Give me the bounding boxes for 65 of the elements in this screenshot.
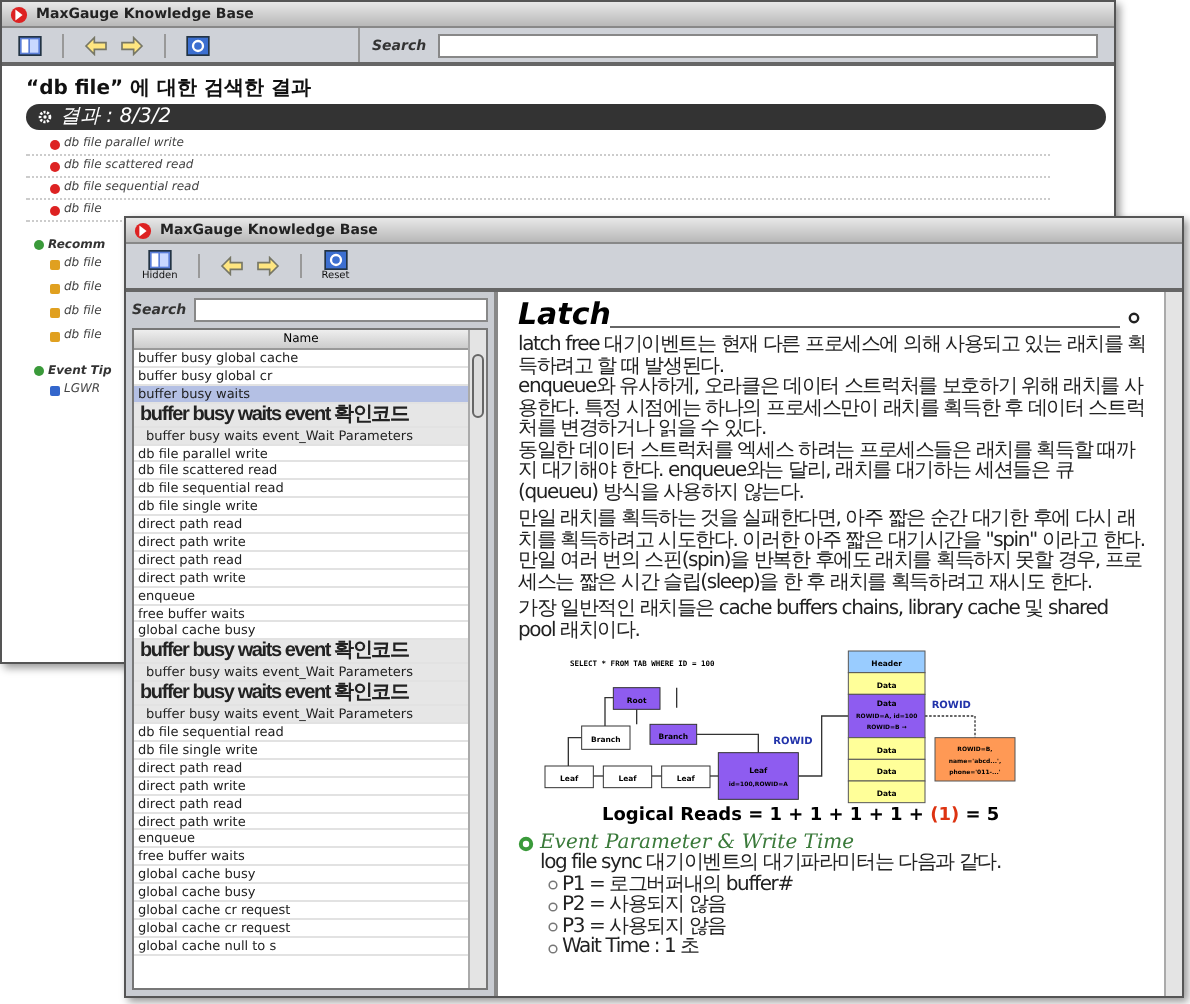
reset-icon <box>323 250 348 270</box>
paragraph: 만일 여러 번의 스핀(spin)을 반복한 후에도 래치를 획득하지 못할 경우, 프로세스는 짧은 시간 슬립(sleep)을 한 후 래치를 획득하려고 재시도 한다. <box>518 552 1144 594</box>
bullet-icon <box>50 331 60 341</box>
bullet-icon <box>548 901 558 912</box>
hidden-button[interactable] <box>18 35 42 55</box>
section-title: Event Parameter & Write Time <box>540 832 855 854</box>
connector-line <box>604 697 614 727</box>
bullet-icon <box>548 922 558 933</box>
search-field[interactable] <box>194 298 488 322</box>
results-heading: “db file” 에 대한 검색한 결과 <box>26 78 313 102</box>
paragraph: log file sync 대기이벤트의 대기파라미터는 다음과 같다. <box>538 854 1003 874</box>
reset-button[interactable] <box>186 35 210 55</box>
scrollbar[interactable] <box>468 330 486 988</box>
connector-line <box>696 733 759 754</box>
left-arrow-icon <box>219 256 244 276</box>
list-item-text: P3 = 사용되지 않음 <box>562 917 726 937</box>
article-title: Latch <box>518 300 611 330</box>
forward-button[interactable] <box>255 256 280 276</box>
marker-bar <box>676 687 678 709</box>
bullet-icon <box>34 240 44 250</box>
settings-icon <box>38 110 52 124</box>
paragraph: enqueue와 유사하게, 오라클은 데이터 스트럭처를 보호하기 위해 래치를 사용한다. 특정 시점에는 하나의 프로세스만이 래치를 획득한 후 데이터 스트럭처를 변경하거나 읽을 수 있다. <box>518 378 1147 441</box>
left-arrow-icon <box>84 35 108 55</box>
connector-line <box>567 737 583 767</box>
paragraph: 가장 일반적인 래치들은 cache buffers chains, library cache 및 shared pool 래치이다. <box>518 600 1110 642</box>
panel-icon <box>18 35 42 55</box>
list-item-text: P2 = 사용되지 않음 <box>562 896 726 917</box>
back-button[interactable] <box>219 256 244 276</box>
panel-icon <box>147 250 172 270</box>
scrollbar[interactable] <box>1164 292 1182 996</box>
bullet-icon <box>50 205 60 215</box>
right-arrow-icon <box>255 256 280 276</box>
bullet-icon <box>50 283 60 293</box>
right-arrow-icon <box>120 35 144 55</box>
paragraph: 동일한 데이터 스트럭처를 엑세스 하려는 프로세스들은 래치를 획득할 때까지 대기해야 한다. enqueue와는 달리, 래치를 대기하는 세션들은 큐(queueu) 방식을 사용하지 않는다. <box>518 441 1138 504</box>
search-field[interactable] <box>438 33 1098 57</box>
paragraph: latch free 대기이벤트는 현재 다른 프로세스에 의해 사용되고 있는 래치를 획득하려고 할 때 발생된다. <box>518 336 1148 377</box>
result-count: 결과 : 8/3/2 <box>60 107 172 127</box>
formula: Logical Reads = 1 + 1 + 1 + 1 + (1) = 5 <box>602 806 1002 826</box>
connector-line <box>924 715 976 739</box>
bullet-icon <box>548 880 558 891</box>
list-item[interactable]: buffer busy waits event 확인코드 <box>134 403 468 428</box>
bullet-icon <box>50 161 60 171</box>
connector-line <box>592 775 604 777</box>
list-item-text: P1 = 로그버퍼내의 buffer# <box>562 875 793 895</box>
list-item[interactable]: buffer busy waits event 확인코드 <box>134 682 468 707</box>
paragraph: 만일 래치를 획득하는 것을 실패한다면, 아주 짧은 순간 대기한 후에 다시 래치를 획득하려고 시도한다. 이러한 아주 짧은 대기시간을 "spin" 이라고 한다. <box>518 510 1147 551</box>
bullet-icon <box>50 259 60 269</box>
circle-icon <box>1128 312 1140 324</box>
app-logo-icon <box>134 221 152 239</box>
bullet-icon <box>50 183 60 193</box>
bullet-icon <box>548 943 558 954</box>
bullet-icon <box>34 366 44 376</box>
bullet-icon <box>50 307 60 317</box>
list-item-text: Wait Time : 1 초 <box>562 938 699 959</box>
connector-line <box>709 775 719 777</box>
forward-button[interactable] <box>120 35 144 55</box>
bullet-icon <box>518 835 534 851</box>
bullet-icon <box>50 139 60 149</box>
app-logo-icon <box>10 5 28 23</box>
connector-line <box>651 775 663 777</box>
reset-icon <box>186 35 210 55</box>
back-button[interactable] <box>84 35 108 55</box>
bullet-icon <box>50 385 60 395</box>
list-item[interactable]: buffer busy waits event 확인코드 <box>134 640 468 665</box>
